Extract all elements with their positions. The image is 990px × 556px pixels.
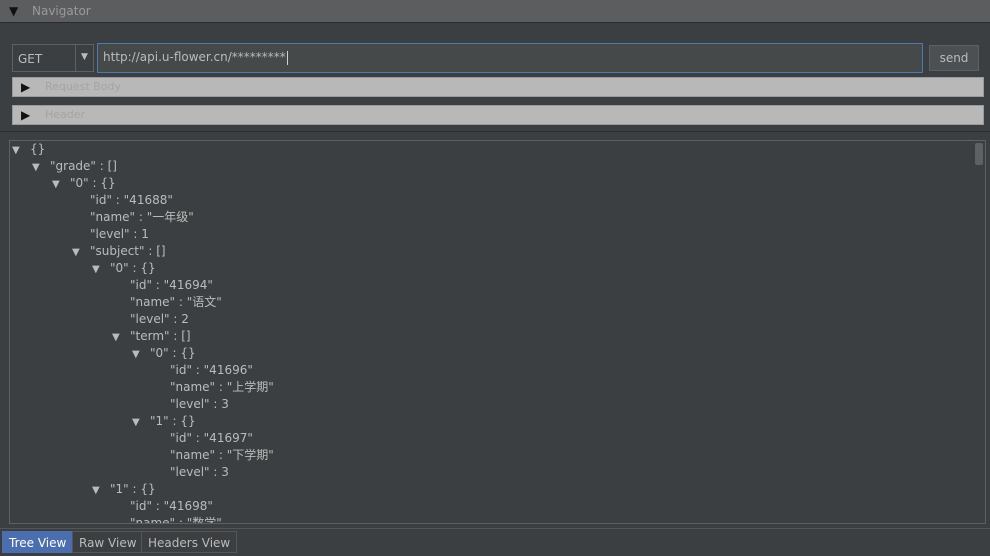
tree-leaf[interactable]: "level" : 3 — [170, 464, 229, 481]
expanded-triangle-icon[interactable]: ▼ — [92, 482, 110, 499]
request-body-section[interactable]: ▶ Request Body — [12, 77, 984, 97]
chevron-down-icon[interactable]: ▼ — [81, 52, 88, 62]
header-section-label: Header — [45, 108, 86, 121]
tree-leaf[interactable]: "name" : "一年级" — [90, 209, 194, 226]
tree-leaf[interactable]: "id" : "41696" — [170, 362, 253, 379]
tree-leaf[interactable]: "id" : "41698" — [130, 498, 213, 515]
expand-triangle-icon[interactable]: ▶ — [21, 80, 30, 94]
tree-node-grade[interactable]: ▼ "grade" : [] — [32, 158, 117, 175]
expanded-triangle-icon[interactable]: ▼ — [132, 414, 150, 431]
expanded-triangle-icon[interactable]: ▼ — [32, 159, 50, 176]
request-body-label: Request Body — [45, 80, 121, 93]
tree-leaf[interactable]: "level" : 3 — [170, 396, 229, 413]
view-tabs: Tree View Raw View Headers View — [0, 528, 990, 556]
tree-leaf[interactable]: "name" : "数学" — [130, 515, 222, 523]
tree-leaf[interactable]: "level" : 2 — [130, 311, 189, 328]
header-section[interactable]: ▶ Header — [12, 105, 984, 125]
json-tree-view[interactable]: ▼{} ▼ "grade" : [] ▼ "0" : {} "id" : "4168… — [9, 140, 986, 524]
method-divider — [75, 45, 76, 71]
tab-raw-view[interactable]: Raw View — [72, 531, 144, 553]
send-button[interactable]: send — [929, 45, 979, 71]
tree-leaf[interactable]: "name" : "语文" — [130, 294, 222, 311]
tree-node-grade-0[interactable]: ▼ "0" : {} — [52, 175, 116, 192]
url-value: http://api.u-flower.cn/********* — [103, 50, 286, 64]
text-caret — [286, 50, 288, 65]
tree-leaf[interactable]: "id" : "41688" — [90, 192, 173, 209]
tree-node-root[interactable]: ▼{} — [12, 141, 45, 158]
collapse-triangle-icon[interactable]: ▼ — [9, 5, 18, 17]
tree-leaf[interactable]: "name" : "下学期" — [170, 447, 274, 464]
split-divider[interactable] — [0, 131, 990, 132]
expanded-triangle-icon[interactable]: ▼ — [132, 346, 150, 363]
expanded-triangle-icon[interactable]: ▼ — [112, 329, 130, 346]
tree-node-subject[interactable]: ▼ "subject" : [] — [72, 243, 166, 260]
expand-triangle-icon[interactable]: ▶ — [21, 108, 30, 122]
tab-headers-view[interactable]: Headers View — [141, 531, 238, 553]
vertical-scrollbar[interactable] — [975, 143, 983, 521]
tree-node-term-0[interactable]: ▼ "0" : {} — [132, 345, 196, 362]
tree-node-subject-0[interactable]: ▼ "0" : {} — [92, 260, 156, 277]
navigator-titlebar[interactable]: ▼ Navigator — [0, 0, 990, 23]
tree-leaf[interactable]: "name" : "上学期" — [170, 379, 274, 396]
tree-leaf[interactable]: "id" : "41694" — [130, 277, 213, 294]
tree-node-term-1[interactable]: ▼ "1" : {} — [132, 413, 196, 430]
expanded-triangle-icon[interactable]: ▼ — [92, 261, 110, 278]
expanded-triangle-icon[interactable]: ▼ — [52, 176, 70, 193]
window-title: Navigator — [32, 4, 91, 18]
tree-node-subject-1[interactable]: ▼ "1" : {} — [92, 481, 156, 498]
method-select[interactable]: GET ▼ — [12, 44, 94, 72]
tree-leaf[interactable]: "id" : "41697" — [170, 430, 253, 447]
tree-leaf[interactable]: "level" : 1 — [90, 226, 149, 243]
tab-tree-view[interactable]: Tree View — [2, 531, 74, 553]
scrollbar-thumb[interactable] — [975, 143, 983, 165]
expanded-triangle-icon[interactable]: ▼ — [12, 142, 30, 159]
expanded-triangle-icon[interactable]: ▼ — [72, 244, 90, 261]
tree-node-term[interactable]: ▼ "term" : [] — [112, 328, 191, 345]
url-input[interactable]: http://api.u-flower.cn/********* — [97, 43, 923, 73]
method-value: GET — [18, 52, 43, 66]
